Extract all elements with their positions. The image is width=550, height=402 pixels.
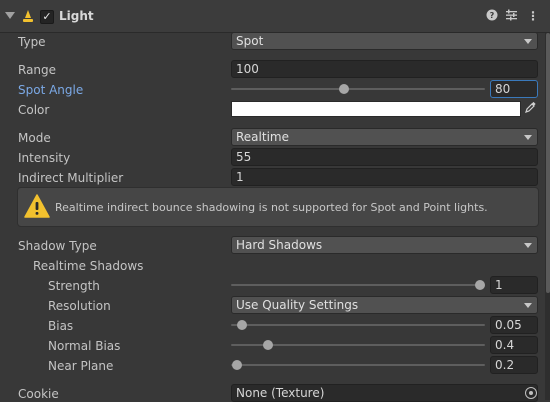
realtime-shadows-label: Realtime Shadows (33, 259, 144, 273)
warning-helpbox: Realtime indirect bounce shadowing is no… (17, 187, 539, 227)
context-menu-icon[interactable]: ⋮ (527, 9, 539, 23)
chevron-down-icon (524, 243, 532, 248)
shadow-type-value: Hard Shadows (236, 238, 323, 252)
range-label: Range (18, 63, 57, 77)
mode-dropdown[interactable]: Realtime (231, 128, 538, 146)
light-icon (23, 10, 33, 22)
bias-slider-thumb[interactable] (237, 320, 247, 330)
strength-slider-thumb[interactable] (475, 280, 485, 290)
near-plane-field[interactable]: 0.2 (490, 356, 538, 374)
mode-label: Mode (18, 131, 51, 145)
strength-slider-track[interactable] (231, 284, 485, 286)
presets-icon[interactable] (505, 9, 518, 24)
spot-angle-label: Spot Angle (18, 83, 84, 97)
warning-text: Realtime indirect bounce shadowing is no… (55, 201, 488, 214)
strength-field[interactable]: 1 (490, 276, 538, 294)
chevron-down-icon (524, 303, 532, 308)
object-picker-icon[interactable] (525, 387, 537, 399)
strength-label: Strength (48, 279, 100, 293)
component-title: Light (59, 9, 94, 23)
near-plane-label: Near Plane (48, 359, 114, 373)
foldout-arrow-icon[interactable] (5, 12, 15, 19)
intensity-label: Intensity (18, 151, 71, 165)
bias-field[interactable]: 0.05 (490, 316, 538, 334)
type-value: Spot (236, 34, 264, 48)
mode-value: Realtime (236, 130, 289, 144)
chevron-down-icon (524, 39, 532, 44)
resolution-dropdown[interactable]: Use Quality Settings (231, 296, 538, 314)
type-dropdown[interactable]: Spot (231, 32, 538, 50)
spot-angle-slider-thumb[interactable] (339, 84, 349, 94)
near-plane-slider-track[interactable] (231, 364, 485, 366)
type-label: Type (18, 35, 46, 49)
warning-icon (24, 194, 50, 218)
help-icon-glyph: ? (486, 9, 498, 21)
cookie-field[interactable]: None (Texture) (231, 384, 538, 402)
normal-bias-label: Normal Bias (48, 339, 121, 353)
color-swatch[interactable] (231, 101, 521, 117)
help-icon[interactable]: ? (486, 9, 498, 24)
range-field[interactable]: 100 (231, 60, 538, 78)
resolution-value: Use Quality Settings (236, 298, 359, 312)
intensity-field[interactable]: 55 (231, 148, 538, 166)
eyedropper-icon[interactable] (523, 101, 537, 117)
enabled-checkbox[interactable]: ✓ (40, 10, 54, 24)
indirect-multiplier-label: Indirect Multiplier (18, 171, 124, 185)
shadow-type-dropdown[interactable]: Hard Shadows (231, 236, 538, 254)
shadow-type-label: Shadow Type (18, 239, 97, 253)
spot-angle-slider-track[interactable] (231, 88, 485, 90)
indirect-multiplier-field[interactable]: 1 (231, 168, 538, 186)
svg-text:?: ? (490, 11, 495, 20)
spot-angle-field[interactable]: 80 (490, 80, 538, 98)
bias-slider-track[interactable] (231, 324, 485, 326)
near-plane-slider-thumb[interactable] (232, 360, 242, 370)
color-label: Color (18, 103, 50, 117)
component-header: ✓ Light ? ⋮ (0, 0, 550, 33)
scrollbar-thumb[interactable] (546, 33, 550, 293)
resolution-label: Resolution (48, 299, 111, 313)
normal-bias-field[interactable]: 0.4 (490, 336, 538, 354)
chevron-down-icon (524, 135, 532, 140)
bias-label: Bias (48, 319, 74, 333)
normal-bias-slider-thumb[interactable] (263, 340, 273, 350)
